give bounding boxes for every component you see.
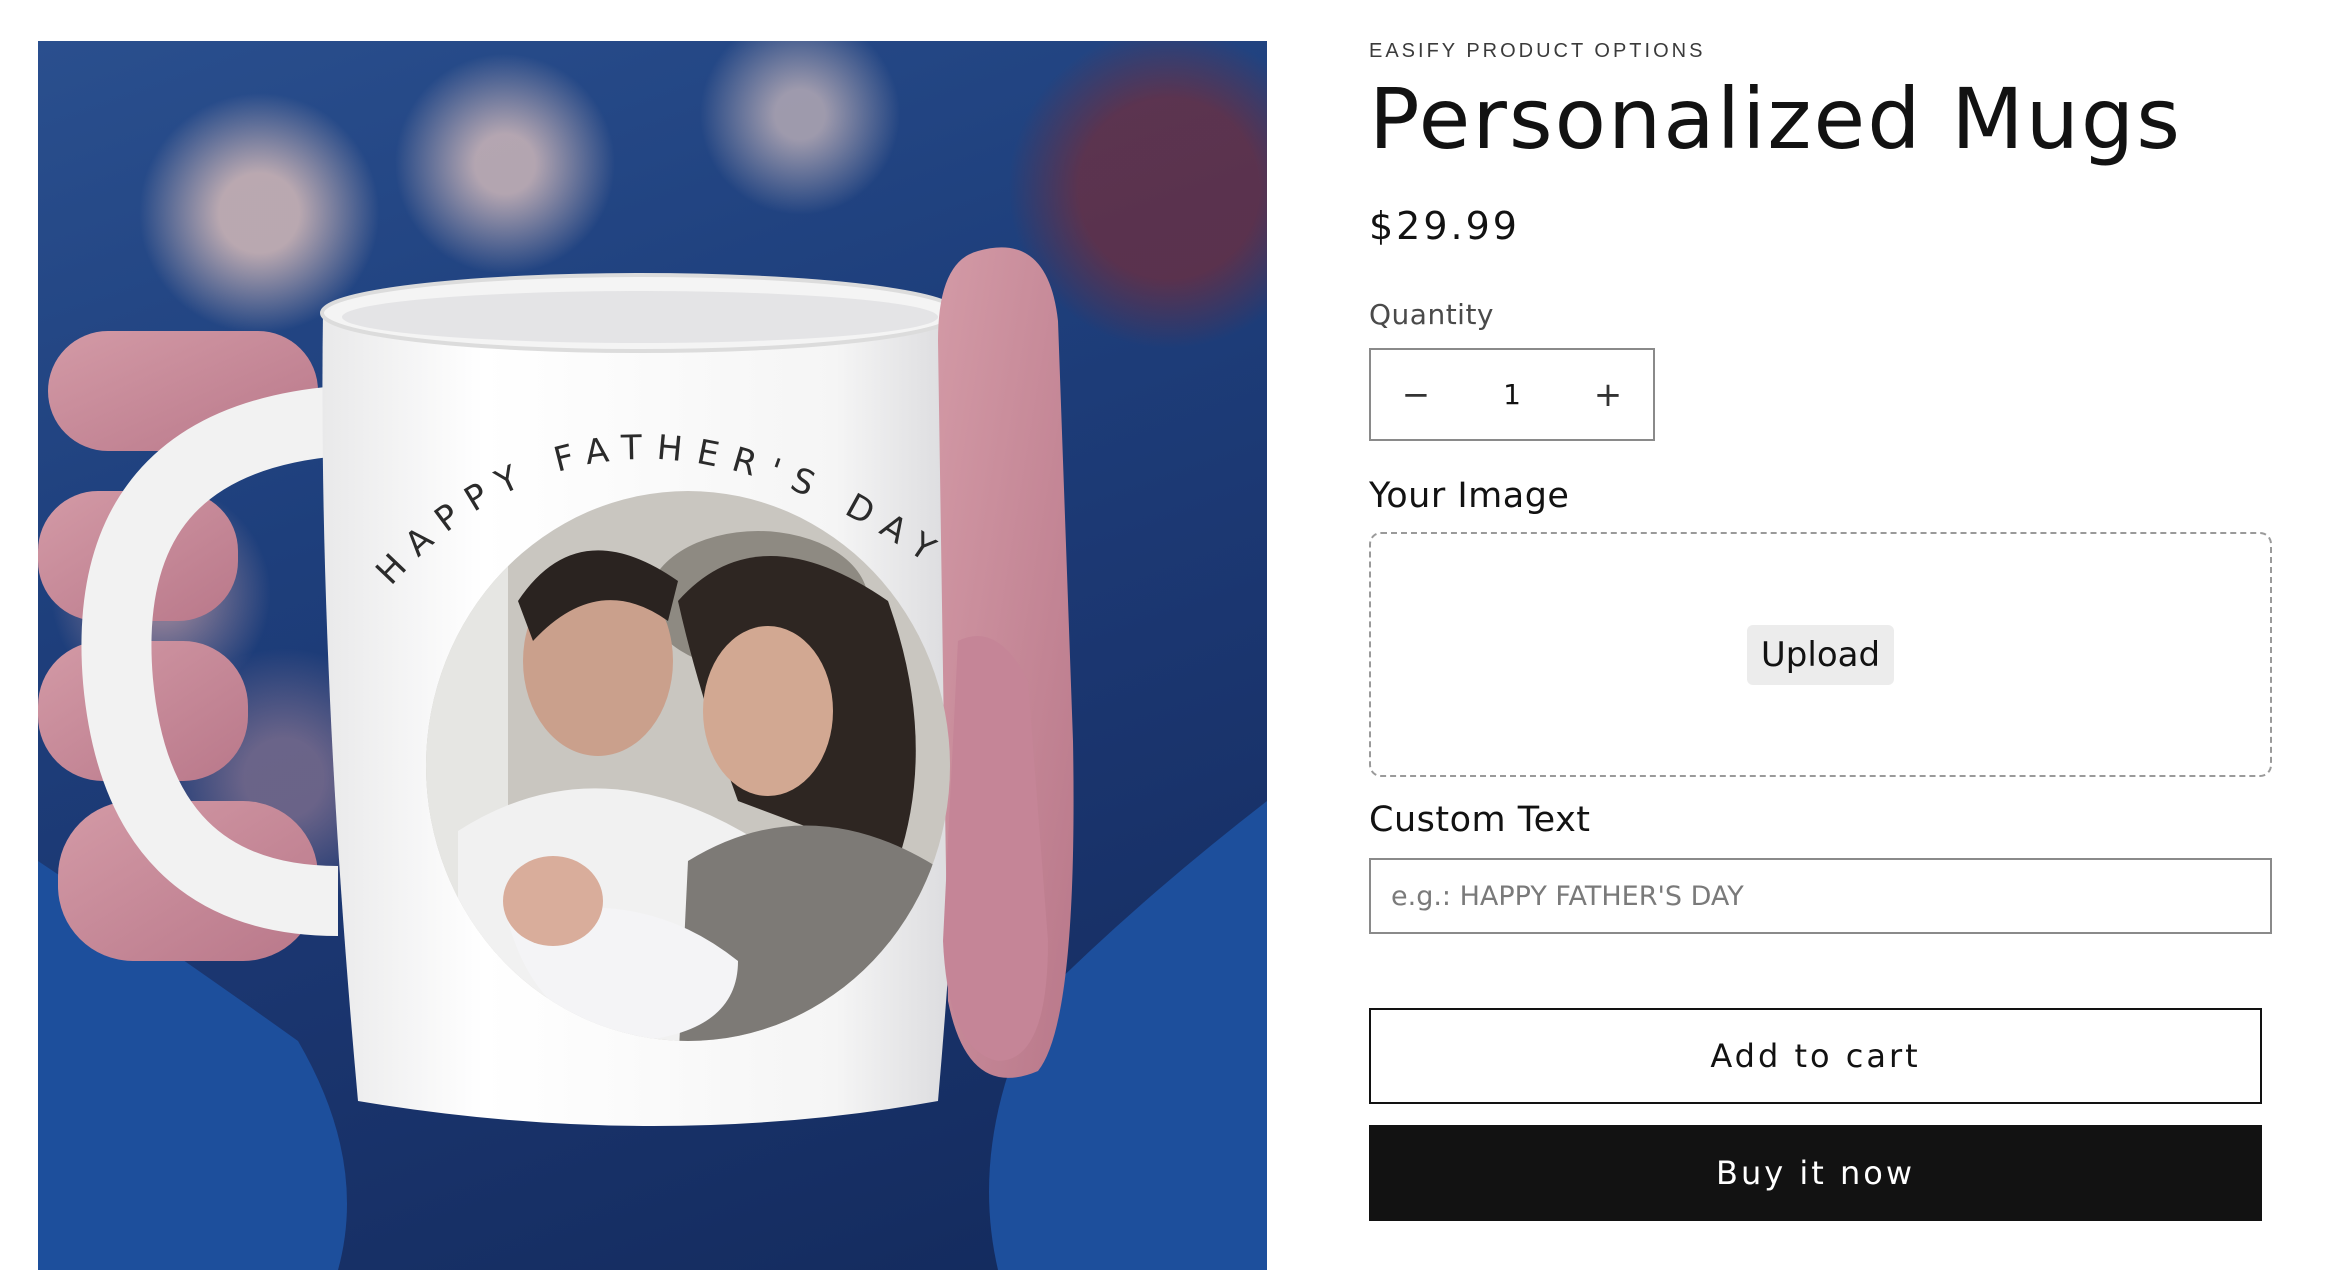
- quantity-label: Quantity: [1369, 298, 1494, 331]
- product-info: EASIFY PRODUCT OPTIONS Personalized Mugs…: [1369, 0, 2275, 1284]
- quantity-input[interactable]: [1465, 377, 1559, 412]
- upload-button[interactable]: Upload: [1746, 624, 1895, 685]
- product-price: $29.99: [1369, 204, 1520, 248]
- your-image-label: Your Image: [1369, 476, 1570, 516]
- mug-photo-illustration: HAPPY FATHER'S DAY: [38, 247, 1267, 1270]
- product-vendor[interactable]: EASIFY PRODUCT OPTIONS: [1369, 40, 1705, 63]
- custom-text-label: Custom Text: [1369, 800, 1591, 840]
- plus-icon: +: [1593, 374, 1623, 415]
- quantity-increase-button[interactable]: +: [1563, 350, 1653, 439]
- image-upload-dropzone[interactable]: Upload: [1369, 532, 2272, 777]
- minus-icon: −: [1401, 374, 1431, 415]
- product-image[interactable]: HAPPY FATHER'S DAY: [38, 41, 1267, 1270]
- product-page: HAPPY FATHER'S DAY EASIFY PRODUCT OPTION…: [0, 0, 2340, 1284]
- add-to-cart-button[interactable]: Add to cart: [1369, 1008, 2262, 1104]
- buy-it-now-button[interactable]: Buy it now: [1369, 1125, 2262, 1221]
- product-title: Personalized Mugs: [1369, 70, 2183, 168]
- quantity-decrease-button[interactable]: −: [1371, 350, 1461, 439]
- quantity-stepper: − +: [1369, 348, 1655, 441]
- custom-text-input[interactable]: [1369, 858, 2272, 934]
